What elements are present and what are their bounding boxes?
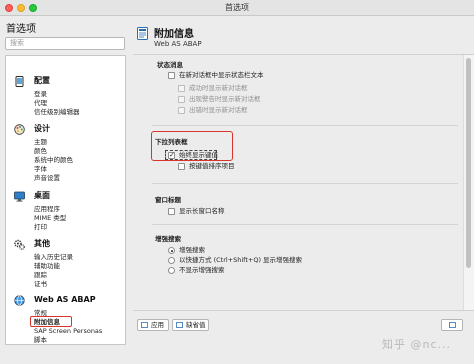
nav-category-design[interactable]: 设计 — [8, 123, 124, 137]
checkbox-label: 出错时显示新对话框 — [189, 106, 248, 114]
page-title: 附加信息 — [154, 29, 194, 40]
nav-item-theme[interactable]: 主题 — [34, 138, 47, 146]
nav-category-label: Web AS ABAP — [34, 295, 96, 304]
nav-item-system-colors[interactable]: 系统中的颜色 — [34, 156, 73, 164]
document-icon — [137, 27, 148, 40]
apply-button[interactable]: 应用 — [137, 319, 169, 331]
nav-item-scripting[interactable]: 脚本 — [34, 336, 47, 344]
checkbox-box[interactable] — [178, 96, 185, 103]
defaults-label: 缺省值 — [186, 321, 206, 329]
checkbox-label: 成功时显示新对话框 — [189, 84, 248, 92]
sidebar-title: 首选项 — [6, 24, 36, 35]
checkbox-label: 在新对话框中显示状态栏文本 — [179, 71, 264, 79]
nav-category-label: 其他 — [34, 239, 50, 248]
radio-label: 增强搜索 — [179, 246, 205, 254]
nav-category-label: 设计 — [34, 124, 50, 133]
nav-item-trace[interactable]: 跟踪 — [34, 271, 47, 279]
section-title-window-title: 窗口标题 — [155, 196, 181, 204]
checkbox-label: 出现警告时显示新对话框 — [189, 95, 261, 103]
nav-category-label: 桌面 — [34, 191, 50, 200]
selection-highlight — [30, 316, 72, 327]
section-title-status: 状态消息 — [157, 61, 183, 69]
nav-item-proxy[interactable]: 代理 — [34, 99, 47, 107]
radio-button[interactable] — [168, 257, 175, 264]
scrollbar-thumb[interactable] — [466, 58, 471, 268]
apply-label: 应用 — [151, 321, 164, 329]
globe-icon — [14, 295, 25, 306]
section-divider — [152, 224, 458, 225]
help-button[interactable] — [441, 319, 463, 331]
radio-label: 以快捷方式 (Ctrl+Shift+Q) 显示增强搜索 — [179, 256, 303, 264]
checkbox-box[interactable] — [178, 85, 185, 92]
section-title-enhanced-search: 增强搜索 — [155, 235, 181, 243]
nav-item-screen-personas[interactable]: SAP Screen Personas — [34, 327, 102, 335]
checkbox-box[interactable] — [168, 208, 175, 215]
nav-category-config[interactable]: 配置 — [8, 75, 124, 89]
nav-item-print[interactable]: 打印 — [34, 223, 47, 231]
radio-button[interactable] — [168, 267, 175, 274]
checkbox-box[interactable] — [178, 107, 185, 114]
apply-icon — [141, 322, 148, 328]
nav-item-applications[interactable]: 应用程序 — [34, 205, 60, 213]
preferences-window: 首选项 首选项 配置 登录 代理 信任级别编辑器 — [0, 0, 474, 364]
window-title: 首选项 — [225, 3, 249, 12]
nav-item-accessibility[interactable]: 辅助功能 — [34, 262, 60, 270]
section-divider — [152, 183, 458, 184]
defaults-button[interactable]: 缺省值 — [172, 319, 209, 331]
nav-item-trust-editor[interactable]: 信任级别编辑器 — [34, 108, 80, 116]
checkbox-box[interactable] — [168, 72, 175, 79]
defaults-icon — [176, 322, 183, 328]
checkbox-label: 按键值排序项目 — [189, 162, 235, 170]
gears-icon — [14, 239, 25, 250]
checkbox-box[interactable] — [178, 163, 185, 170]
nav-item-fonts[interactable]: 字体 — [34, 165, 47, 173]
nav-category-desktop[interactable]: 桌面 — [8, 190, 124, 204]
section-divider — [152, 125, 458, 126]
nav-item-sound[interactable]: 声音设置 — [34, 174, 60, 182]
help-icon — [449, 322, 456, 328]
nav-item-login[interactable]: 登录 — [34, 90, 47, 98]
nav-category-label: 配置 — [34, 76, 50, 85]
radio-button[interactable] — [168, 247, 175, 254]
watermark: 知乎 @nc... — [382, 338, 452, 351]
category-tree: 配置 登录 代理 信任级别编辑器 设计 主题 颜色 系统中的颜色 字体 声音设置 — [5, 55, 126, 345]
nav-item-input-history[interactable]: 输入历史记录 — [34, 253, 73, 261]
nav-item-colors[interactable]: 颜色 — [34, 147, 47, 155]
nav-item-mime-types[interactable]: MIME 类型 — [34, 214, 66, 222]
nav-item-certificates[interactable]: 证书 — [34, 280, 47, 288]
search-input[interactable] — [5, 37, 125, 50]
annotation-highlight — [151, 131, 233, 161]
phone-settings-icon — [15, 76, 24, 87]
nav-category-web-as-abap[interactable]: Web AS ABAP — [8, 294, 124, 308]
palette-icon — [14, 124, 25, 135]
checkbox-label: 显示长窗口名称 — [179, 207, 225, 215]
page-subtitle: Web AS ABAP — [154, 40, 202, 48]
monitor-icon — [14, 191, 25, 202]
sidebar: 首选项 配置 登录 代理 信任级别编辑器 — [0, 16, 130, 364]
nav-category-other[interactable]: 其他 — [8, 238, 124, 252]
radio-label: 不显示增强搜索 — [179, 266, 225, 274]
title-bar: 首选项 — [0, 0, 474, 16]
